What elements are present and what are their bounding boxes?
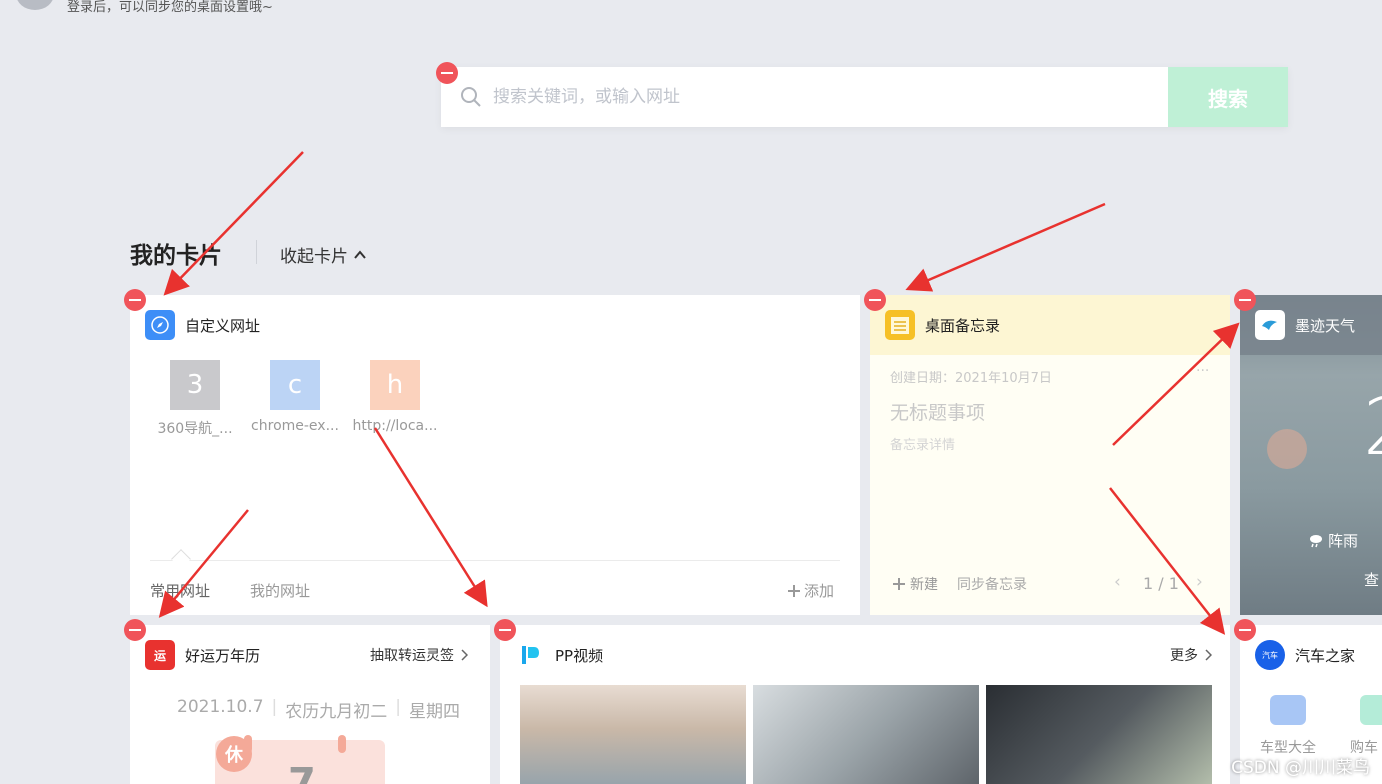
tab-common-urls[interactable]: 常用网址 (150, 580, 210, 601)
site-name: 360导航_... (157, 421, 233, 437)
remove-calendar-card-button[interactable] (124, 619, 146, 641)
site-letter: 3 (170, 360, 220, 410)
search-input[interactable] (493, 85, 1153, 109)
remove-video-card-button[interactable] (494, 619, 516, 641)
login-tip[interactable]: 登录后，可以同步您的桌面设置哦~ (67, 0, 273, 16)
site-name: http://loca... (352, 418, 438, 434)
moji-weather-icon (1255, 310, 1285, 340)
arrow (163, 151, 304, 296)
collapse-cards-button[interactable]: 收起卡片 (280, 242, 367, 267)
video-card: PP视频 更多 (500, 625, 1230, 784)
calendar-date: 2021.10.7 (177, 697, 264, 717)
remove-search-button[interactable] (436, 62, 458, 84)
tab-divider (150, 560, 840, 561)
video-thumbnail[interactable] (520, 685, 746, 784)
memo-more-icon[interactable]: ··· (1196, 363, 1209, 379)
memo-next-button[interactable]: › (1196, 572, 1203, 592)
weather-card: 墨迹天气 2 阵雨 查 (1240, 295, 1382, 615)
add-url-label: 添加 (804, 582, 835, 600)
site-letter: h (370, 360, 420, 410)
plus-icon (893, 578, 905, 590)
arrow (905, 202, 1106, 292)
site-tile[interactable]: 3 360导航_... (149, 360, 241, 438)
weather-title: 墨迹天气 (1295, 316, 1356, 335)
calendar-title: 好运万年历 (185, 646, 261, 665)
tab-my-urls[interactable]: 我的网址 (250, 580, 310, 601)
search-button[interactable]: 搜索 (1168, 67, 1288, 127)
car-title: 汽车之家 (1295, 646, 1356, 665)
custom-url-card: 自定义网址 3 360导航_... c chrome-ex... h http:… (130, 295, 860, 615)
remove-weather-card-button[interactable] (1234, 289, 1256, 311)
video-more-label: 更多 (1170, 648, 1198, 664)
watermark: CSDN @川川菜鸟 (1231, 758, 1370, 778)
calendar-separator: | (271, 697, 278, 717)
new-memo-label: 新建 (910, 577, 938, 593)
new-memo-button[interactable]: 新建 (892, 574, 938, 594)
chevron-right-icon (1205, 649, 1212, 661)
video-thumbnail[interactable] (986, 685, 1212, 784)
memo-item-title[interactable]: 无标题事项 (890, 398, 985, 425)
autohome-icon: 汽车 (1255, 640, 1285, 670)
chevron-up-icon (354, 249, 366, 259)
memo-item-hint: 备忘录详情 (890, 438, 956, 453)
site-name: chrome-ex... (251, 418, 339, 434)
lucky-calendar-icon: 运 (145, 640, 175, 670)
weather-condition: 阵雨 (1308, 530, 1358, 551)
sync-memo-button[interactable]: 同步备忘录 (957, 574, 1027, 594)
memo-card: 桌面备忘录 创建日期：2021年10月7日 ··· 无标题事项 备忘录详情 新建… (870, 295, 1230, 615)
calendar-separator: | (395, 697, 401, 717)
tab-indicator (171, 549, 191, 569)
buy-car-icon[interactable] (1360, 695, 1382, 725)
video-thumbnail[interactable] (753, 685, 979, 784)
draw-lot-button[interactable]: 抽取转运灵签 (370, 645, 468, 665)
remove-memo-card-button[interactable] (864, 289, 886, 311)
rain-icon (1310, 534, 1322, 547)
collapse-cards-label: 收起卡片 (280, 247, 348, 267)
chevron-right-icon (461, 649, 468, 661)
notepad-icon (885, 310, 915, 340)
site-tile[interactable]: c chrome-ex... (249, 360, 341, 434)
search-icon (461, 87, 481, 107)
search-bar: 搜索 (441, 67, 1288, 127)
calendar-date-line: 2021.10.7 | 农历九月初二 | 星期四 (177, 697, 460, 722)
car-model-icon[interactable] (1270, 695, 1306, 725)
remove-custom-url-card-button[interactable] (124, 289, 146, 311)
calendar-ring-right (338, 735, 346, 753)
custom-url-title: 自定义网址 (185, 316, 261, 335)
user-avatar[interactable] (16, 0, 54, 10)
memo-title: 桌面备忘录 (925, 316, 1001, 335)
holiday-badge: 休 (216, 736, 252, 772)
calendar-weekday: 星期四 (409, 702, 460, 722)
calendar-lunar: 农历九月初二 (285, 702, 388, 722)
weather-temperature: 2 (1363, 383, 1382, 473)
calendar-card: 运 好运万年历 抽取转运灵签 2021.10.7 | 农历九月初二 | 星期四 … (130, 625, 490, 784)
draw-lot-label: 抽取转运灵签 (370, 648, 454, 664)
memo-date: 创建日期：2021年10月7日 (890, 371, 1052, 386)
plus-icon (788, 584, 800, 597)
remove-car-card-button[interactable] (1234, 619, 1256, 641)
section-title: 我的卡片 (130, 243, 222, 269)
video-more-button[interactable]: 更多 (1170, 645, 1212, 665)
calendar-day-number: 7 (288, 760, 316, 784)
video-title: PP视频 (555, 646, 604, 665)
weather-sun-image (1267, 429, 1307, 469)
section-divider (256, 240, 257, 264)
weather-condition-label: 阵雨 (1328, 532, 1359, 550)
pp-video-icon (515, 640, 545, 670)
memo-prev-button[interactable]: ‹ (1114, 572, 1121, 592)
compass-icon (145, 310, 175, 340)
weather-more-link[interactable]: 查 (1364, 569, 1379, 590)
memo-page-indicator: 1 / 1 (1143, 574, 1179, 593)
add-url-button[interactable]: 添加 (787, 580, 834, 601)
site-letter: c (270, 360, 320, 410)
site-tile[interactable]: h http://loca... (349, 360, 441, 434)
